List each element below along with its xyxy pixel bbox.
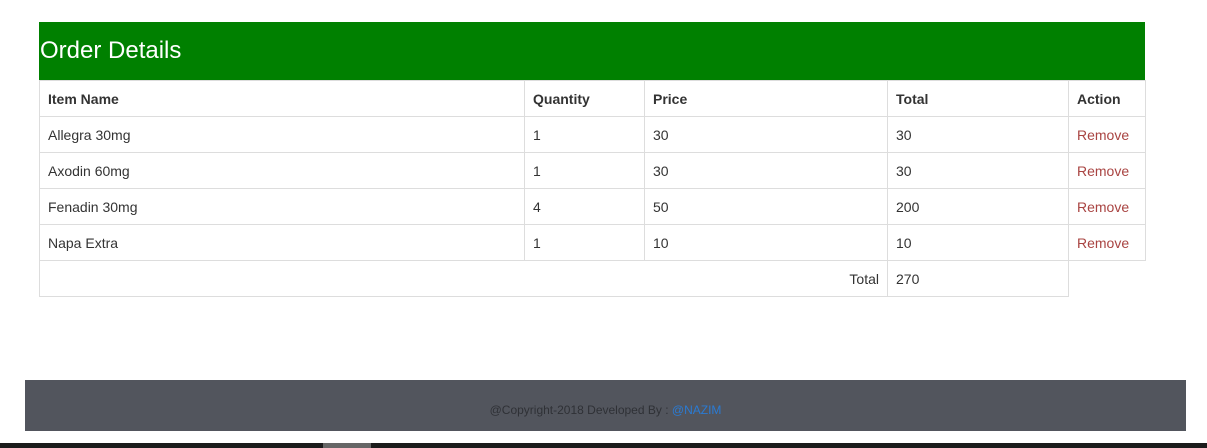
grand-total-label: Total <box>39 260 888 297</box>
order-details-panel: Order Details Item Name Quantity Price T… <box>39 22 1146 297</box>
copyright-text: @Copyright-2018 Developed By : <box>489 403 669 417</box>
order-table: Item Name Quantity Price Total Action Al… <box>39 80 1146 297</box>
quantity-cell: 1 <box>524 224 645 261</box>
action-cell: Remove <box>1068 152 1146 189</box>
item-name-cell: Fenadin 30mg <box>39 188 525 225</box>
total-cell: 200 <box>887 188 1069 225</box>
price-cell: 30 <box>644 152 888 189</box>
action-cell: Remove <box>1068 224 1146 261</box>
horizontal-scrollbar[interactable] <box>0 443 1207 448</box>
total-cell: 30 <box>887 116 1069 153</box>
grand-total-row: Total 270 <box>39 260 1146 297</box>
table-row: Napa Extra 1 10 10 Remove <box>39 224 1146 261</box>
column-header-total: Total <box>887 80 1069 117</box>
empty-cell <box>1069 261 1146 297</box>
table-row: Fenadin 30mg 4 50 200 Remove <box>39 188 1146 225</box>
footer: @Copyright-2018 Developed By : @NAZIM <box>25 380 1186 431</box>
table-row: Axodin 60mg 1 30 30 Remove <box>39 152 1146 189</box>
column-header-action: Action <box>1068 80 1146 117</box>
table-row: Allegra 30mg 1 30 30 Remove <box>39 116 1146 153</box>
column-header-item-name: Item Name <box>39 80 525 117</box>
developer-link[interactable]: @NAZIM <box>672 403 722 417</box>
item-name-cell: Napa Extra <box>39 224 525 261</box>
scrollbar-thumb[interactable] <box>323 443 371 448</box>
column-header-quantity: Quantity <box>524 80 645 117</box>
remove-button[interactable]: Remove <box>1077 199 1129 215</box>
panel-title: Order Details <box>39 22 1145 80</box>
price-cell: 30 <box>644 116 888 153</box>
price-cell: 50 <box>644 188 888 225</box>
remove-button[interactable]: Remove <box>1077 127 1129 143</box>
price-cell: 10 <box>644 224 888 261</box>
action-cell: Remove <box>1068 116 1146 153</box>
item-name-cell: Allegra 30mg <box>39 116 525 153</box>
item-name-cell: Axodin 60mg <box>39 152 525 189</box>
remove-button[interactable]: Remove <box>1077 163 1129 179</box>
action-cell: Remove <box>1068 188 1146 225</box>
table-header-row: Item Name Quantity Price Total Action <box>39 80 1146 117</box>
quantity-cell: 1 <box>524 116 645 153</box>
grand-total-value: 270 <box>887 260 1069 297</box>
remove-button[interactable]: Remove <box>1077 235 1129 251</box>
column-header-price: Price <box>644 80 888 117</box>
total-cell: 10 <box>887 224 1069 261</box>
quantity-cell: 4 <box>524 188 645 225</box>
quantity-cell: 1 <box>524 152 645 189</box>
total-cell: 30 <box>887 152 1069 189</box>
